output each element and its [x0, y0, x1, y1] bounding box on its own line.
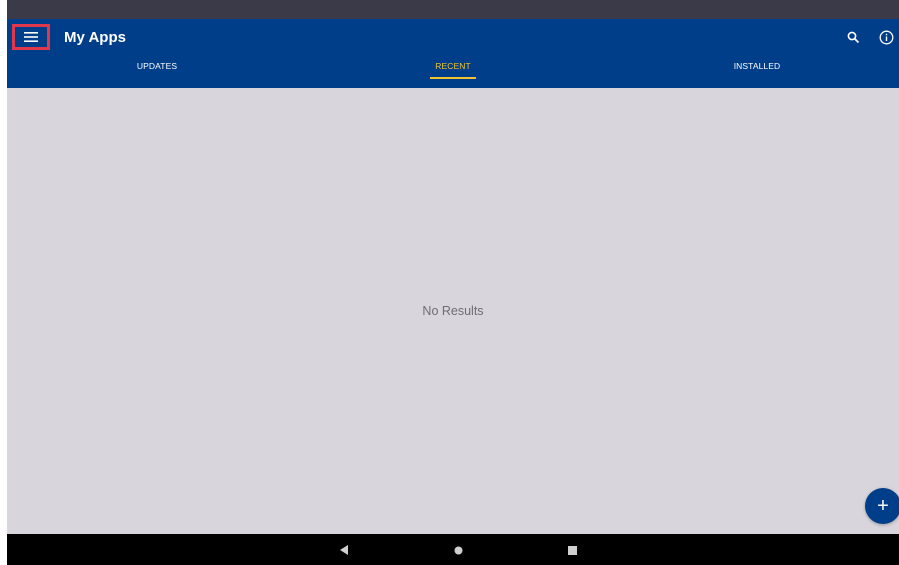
- recents-button[interactable]: [564, 542, 580, 558]
- app-bar: My Apps UPDATES RECENT INSTALLED: [7, 19, 899, 88]
- back-button[interactable]: [336, 542, 352, 558]
- content-area: No Results: [7, 88, 899, 534]
- back-triangle-icon: [339, 545, 348, 555]
- info-button[interactable]: [876, 27, 896, 47]
- empty-state-message: No Results: [422, 304, 484, 318]
- menu-button[interactable]: [12, 24, 50, 50]
- add-icon: +: [877, 494, 889, 517]
- info-icon: [879, 30, 893, 44]
- app-screen: My Apps UPDATES RECENT INSTALLED No Resu…: [7, 0, 899, 565]
- page-title: My Apps: [64, 29, 126, 46]
- search-button[interactable]: [843, 27, 863, 47]
- tab-bar: UPDATES RECENT INSTALLED: [7, 57, 899, 88]
- recents-square-icon: [567, 545, 577, 555]
- home-button[interactable]: [450, 542, 466, 558]
- status-bar: [7, 0, 899, 19]
- tab-updates-label: UPDATES: [136, 61, 178, 71]
- active-tab-indicator: [430, 77, 476, 79]
- tab-updates[interactable]: UPDATES: [107, 57, 207, 88]
- hamburger-menu-icon: [24, 32, 38, 42]
- system-nav-bar: [7, 534, 899, 565]
- tab-installed[interactable]: INSTALLED: [707, 57, 807, 88]
- home-circle-icon: [454, 546, 462, 554]
- tab-installed-label: INSTALLED: [733, 61, 781, 71]
- tab-recent-label: RECENT: [435, 61, 471, 71]
- tab-recent[interactable]: RECENT: [403, 57, 503, 88]
- search-icon: [847, 31, 859, 43]
- add-fab-button[interactable]: +: [865, 488, 899, 524]
